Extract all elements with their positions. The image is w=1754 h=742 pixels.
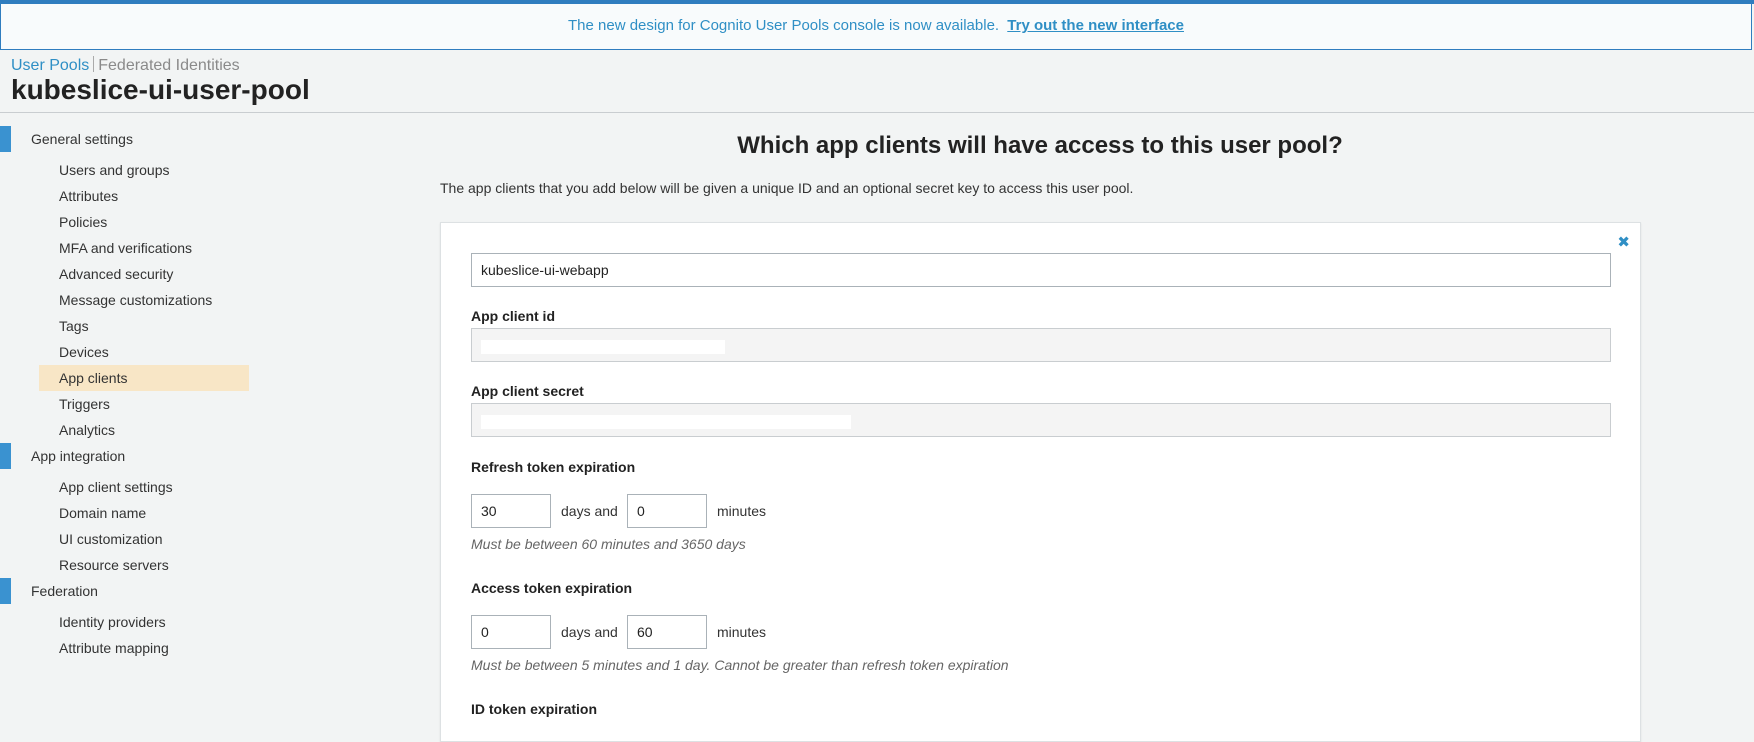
access-token-label: Access token expiration (471, 580, 633, 596)
days-and-text: days and (561, 503, 618, 519)
sidebar-item-resource-servers[interactable]: Resource servers (0, 552, 240, 578)
banner-text: The new design for Cognito User Pools co… (568, 17, 1000, 34)
refresh-token-hint: Must be between 60 minutes and 3650 days (471, 536, 746, 552)
access-minutes-input[interactable] (627, 615, 707, 649)
sidebar-section-general-settings[interactable]: General settings (0, 126, 240, 152)
sidebar-item-app-clients[interactable]: App clients (39, 365, 249, 391)
close-icon[interactable]: ✖ (1617, 233, 1630, 251)
sidebar-item-attributes[interactable]: Attributes (0, 183, 240, 209)
sidebar-item-app-client-settings[interactable]: App client settings (0, 474, 240, 500)
minutes-text: minutes (717, 624, 767, 640)
refresh-minutes-input[interactable] (627, 494, 707, 528)
page-title: kubeslice-ui-user-pool (11, 74, 310, 105)
try-new-interface-link[interactable]: Try out the new interface (1007, 17, 1184, 34)
redacted-value (481, 415, 851, 429)
section-description: The app clients that you add below will … (440, 180, 1134, 196)
section-marker (0, 443, 11, 469)
sidebar: General settings Users and groups Attrib… (0, 126, 249, 661)
sidebar-item-policies[interactable]: Policies (0, 209, 240, 235)
sidebar-item-analytics[interactable]: Analytics (0, 417, 240, 443)
app-client-card: ✖ App client id App client secret Refres… (440, 222, 1641, 742)
breadcrumb-divider (93, 56, 95, 72)
section-heading: Which app clients will have access to th… (737, 132, 1343, 159)
access-token-hint: Must be between 5 minutes and 1 day. Can… (471, 657, 1009, 673)
sidebar-item-ui-customization[interactable]: UI customization (0, 526, 240, 552)
app-client-secret-label: App client secret (471, 383, 584, 399)
access-days-input[interactable] (471, 615, 551, 649)
sidebar-item-message-customizations[interactable]: Message customizations (0, 287, 240, 313)
app-client-name-input[interactable] (471, 253, 1611, 287)
header-divider (0, 112, 1754, 113)
redacted-value (481, 340, 725, 354)
refresh-token-label: Refresh token expiration (471, 459, 636, 475)
sidebar-item-advanced-security[interactable]: Advanced security (0, 261, 240, 287)
breadcrumb: User Pools Federated Identities (11, 56, 240, 75)
app-client-id-label: App client id (471, 308, 555, 324)
refresh-days-input[interactable] (471, 494, 551, 528)
sidebar-item-attribute-mapping[interactable]: Attribute mapping (0, 635, 240, 661)
sidebar-item-identity-providers[interactable]: Identity providers (0, 609, 240, 635)
sidebar-item-mfa-and-verifications[interactable]: MFA and verifications (0, 235, 240, 261)
section-marker (0, 126, 11, 152)
sidebar-item-users-and-groups[interactable]: Users and groups (0, 157, 240, 183)
tab-federated-identities[interactable]: Federated Identities (98, 57, 239, 74)
sidebar-section-app-integration[interactable]: App integration (0, 443, 240, 469)
sidebar-item-devices[interactable]: Devices (0, 339, 240, 365)
sidebar-item-tags[interactable]: Tags (0, 313, 240, 339)
app-client-id-field (471, 328, 1611, 362)
minutes-text: minutes (717, 503, 767, 519)
new-design-banner: The new design for Cognito User Pools co… (0, 4, 1752, 50)
tab-user-pools[interactable]: User Pools (11, 57, 89, 74)
sidebar-section-federation[interactable]: Federation (0, 578, 240, 604)
days-and-text: days and (561, 624, 618, 640)
app-client-secret-field (471, 403, 1611, 437)
sidebar-item-domain-name[interactable]: Domain name (0, 500, 240, 526)
sidebar-item-triggers[interactable]: Triggers (0, 391, 240, 417)
section-marker (0, 578, 11, 604)
id-token-label: ID token expiration (471, 701, 598, 717)
main-content: Which app clients will have access to th… (440, 128, 1640, 196)
